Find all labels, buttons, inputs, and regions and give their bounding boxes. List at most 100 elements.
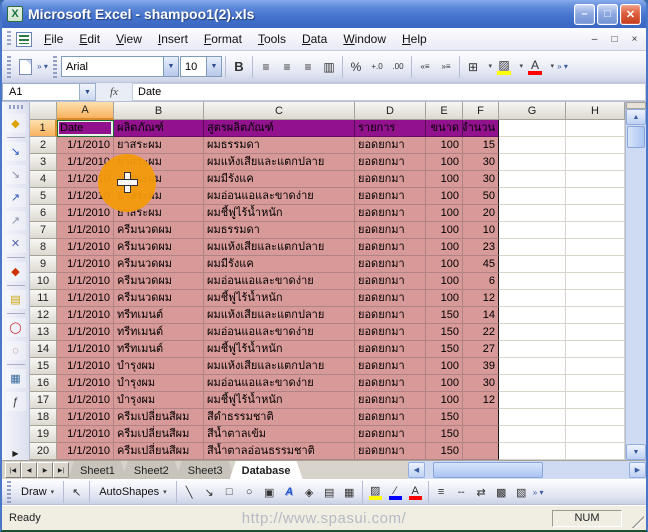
cell-D20[interactable]: ยอดยกมา bbox=[355, 443, 426, 460]
cell-C20[interactable]: สีน้ำตาลอ่อนธรรมชาติ bbox=[204, 443, 355, 460]
cell-C14[interactable]: ผมชี้ฟูไร้น้ำหนัก bbox=[204, 341, 355, 358]
cell-D4[interactable]: ยอดยกมา bbox=[355, 171, 426, 188]
row-header-3[interactable]: 3 bbox=[30, 154, 57, 171]
line-icon[interactable]: ╲ bbox=[180, 482, 199, 502]
cell-G11[interactable] bbox=[499, 290, 566, 307]
cell-E16[interactable]: 100 bbox=[426, 375, 463, 392]
cell-D10[interactable]: ยอดยกมา bbox=[355, 273, 426, 290]
row-header-9[interactable]: 9 bbox=[30, 256, 57, 273]
cell-A14[interactable]: 1/1/2010 bbox=[57, 341, 114, 358]
column-header-F[interactable]: F bbox=[463, 102, 499, 120]
toolbar-options-chevron[interactable]: » ▾ bbox=[36, 56, 49, 78]
cell-F13[interactable]: 22 bbox=[463, 324, 499, 341]
cell-F14[interactable]: 27 bbox=[463, 341, 499, 358]
new-comment-icon[interactable]: ▤ bbox=[5, 290, 26, 309]
fill-color-button[interactable]: ▨ ▾ bbox=[494, 56, 523, 77]
cell-C2[interactable]: ผมธรรมดา bbox=[204, 137, 355, 154]
cell-H8[interactable] bbox=[566, 239, 625, 256]
name-box[interactable]: A1 bbox=[2, 83, 80, 101]
font-size-select[interactable]: 10 ▼ bbox=[180, 56, 222, 77]
cell-G15[interactable] bbox=[499, 358, 566, 375]
vertical-scrollbar[interactable]: ▲ ▼ bbox=[625, 102, 646, 460]
cell-H9[interactable] bbox=[566, 256, 625, 273]
row-header-15[interactable]: 15 bbox=[30, 358, 57, 375]
cell-A11[interactable]: 1/1/2010 bbox=[57, 290, 114, 307]
cell-B5[interactable]: ยาสระผม bbox=[114, 188, 204, 205]
cell-B8[interactable]: ครีมนวดผม bbox=[114, 239, 204, 256]
cell-G17[interactable] bbox=[499, 392, 566, 409]
cell-F11[interactable]: 12 bbox=[463, 290, 499, 307]
cell-E2[interactable]: 100 bbox=[426, 137, 463, 154]
cell-F4[interactable]: 30 bbox=[463, 171, 499, 188]
column-header-H[interactable]: H bbox=[566, 102, 625, 120]
row-header-19[interactable]: 19 bbox=[30, 426, 57, 443]
cell-E13[interactable]: 150 bbox=[426, 324, 463, 341]
fill-color-icon[interactable]: ▨ bbox=[366, 482, 385, 502]
cell-G16[interactable] bbox=[499, 375, 566, 392]
cell-B18[interactable]: ครีมเปลี่ยนสีผม bbox=[114, 409, 204, 426]
cell-G8[interactable] bbox=[499, 239, 566, 256]
autoshapes-menu-button[interactable]: AutoShapes ▾ bbox=[93, 484, 172, 500]
cell-F9[interactable]: 45 bbox=[463, 256, 499, 273]
cell-H10[interactable] bbox=[566, 273, 625, 290]
row-header-13[interactable]: 13 bbox=[30, 324, 57, 341]
close-button[interactable]: ✕ bbox=[620, 3, 641, 25]
cell-D13[interactable]: ยอดยกมา bbox=[355, 324, 426, 341]
workbook-restore-button[interactable]: □ bbox=[606, 32, 623, 47]
draw-menu-button[interactable]: Draw ▾ bbox=[15, 484, 60, 500]
cell-C16[interactable]: ผมอ่อนแอและขาดง่าย bbox=[204, 375, 355, 392]
cell-B6[interactable]: ยาสระผม bbox=[114, 205, 204, 222]
cell-H15[interactable] bbox=[566, 358, 625, 375]
dropdown-caret-icon[interactable]: ▾ bbox=[519, 62, 523, 70]
column-header-D[interactable]: D bbox=[355, 102, 426, 120]
3d-style-icon[interactable]: ▧ bbox=[512, 482, 531, 502]
clear-validation-circles-icon[interactable]: ◌ bbox=[5, 341, 26, 360]
menu-grip[interactable] bbox=[7, 31, 11, 47]
cell-G3[interactable] bbox=[499, 154, 566, 171]
tab-sheet2[interactable]: Sheet2 bbox=[122, 461, 181, 479]
cell-D18[interactable]: ยอดยกมา bbox=[355, 409, 426, 426]
cell-B16[interactable]: บำรุงผม bbox=[114, 375, 204, 392]
cell-A16[interactable]: 1/1/2010 bbox=[57, 375, 114, 392]
line-color-icon[interactable]: ∕ bbox=[386, 482, 405, 502]
cell-H13[interactable] bbox=[566, 324, 625, 341]
cell-G10[interactable] bbox=[499, 273, 566, 290]
diagram-icon[interactable]: ◈ bbox=[300, 482, 319, 502]
column-header-G[interactable]: G bbox=[499, 102, 566, 120]
cell-G13[interactable] bbox=[499, 324, 566, 341]
cell-F7[interactable]: 10 bbox=[463, 222, 499, 239]
resize-grip[interactable] bbox=[632, 516, 644, 528]
evaluate-formula-icon[interactable]: ƒ bbox=[5, 392, 26, 411]
cell-A6[interactable]: 1/1/2010 bbox=[57, 205, 114, 222]
cell-B14[interactable]: ทรีทเมนต์ bbox=[114, 341, 204, 358]
row-header-8[interactable]: 8 bbox=[30, 239, 57, 256]
cell-E12[interactable]: 150 bbox=[426, 307, 463, 324]
cell-D15[interactable]: ยอดยกมา bbox=[355, 358, 426, 375]
toolbar-grip[interactable] bbox=[7, 55, 11, 78]
cell-B15[interactable]: บำรุงผม bbox=[114, 358, 204, 375]
cell-H16[interactable] bbox=[566, 375, 625, 392]
cell-F18[interactable] bbox=[463, 409, 499, 426]
cell-D16[interactable]: ยอดยกมา bbox=[355, 375, 426, 392]
circle-invalid-data-icon[interactable]: ◯ bbox=[5, 318, 26, 337]
menu-format[interactable]: Format bbox=[196, 30, 250, 48]
row-header-1[interactable]: 1 bbox=[30, 120, 57, 137]
cell-F17[interactable]: 12 bbox=[463, 392, 499, 409]
select-all-corner[interactable] bbox=[30, 102, 57, 120]
dash-style-icon[interactable]: ╌ bbox=[452, 482, 471, 502]
menu-data[interactable]: Data bbox=[294, 30, 335, 48]
font-color-icon[interactable]: A bbox=[406, 482, 425, 502]
cell-A13[interactable]: 1/1/2010 bbox=[57, 324, 114, 341]
insert-function-icon[interactable]: fx bbox=[96, 83, 132, 101]
toolbar-grip[interactable] bbox=[53, 55, 57, 78]
tab-database[interactable]: Database bbox=[230, 461, 303, 479]
cell-E4[interactable]: 100 bbox=[426, 171, 463, 188]
cell-A2[interactable]: 1/1/2010 bbox=[57, 137, 114, 154]
wordart-icon[interactable]: A bbox=[280, 482, 299, 502]
row-header-5[interactable]: 5 bbox=[30, 188, 57, 205]
picture-icon[interactable]: ▦ bbox=[340, 482, 359, 502]
cell-G6[interactable] bbox=[499, 205, 566, 222]
cell-E8[interactable]: 100 bbox=[426, 239, 463, 256]
prev-sheet-button[interactable]: ◀ bbox=[21, 462, 37, 478]
row-header-20[interactable]: 20 bbox=[30, 443, 57, 460]
